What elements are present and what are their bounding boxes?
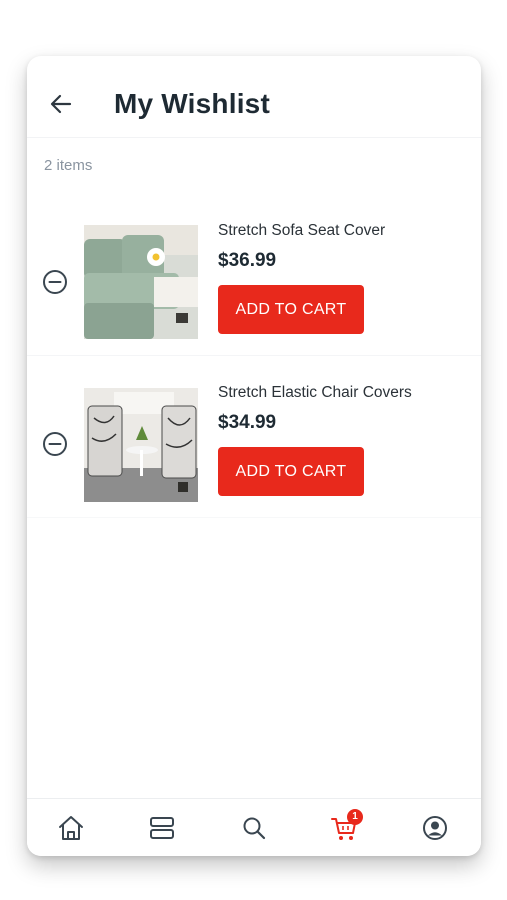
product-name[interactable]: Stretch Elastic Chair Covers: [218, 384, 412, 402]
product-image-chairs[interactable]: [84, 388, 198, 502]
home-icon[interactable]: [56, 813, 86, 843]
product-image-sofa[interactable]: [84, 225, 198, 339]
add-to-cart-button[interactable]: ADD TO CART: [218, 447, 364, 496]
cart-nav-item[interactable]: 1: [329, 809, 363, 843]
account-icon[interactable]: [420, 813, 450, 843]
remove-circle-icon[interactable]: [42, 431, 68, 457]
item-count: 2 items: [44, 157, 93, 174]
product-price: $34.99: [218, 412, 277, 433]
cart-badge: 1: [347, 809, 363, 825]
wishlist-item: Stretch Sofa Seat Cover $36.99 ADD TO CA…: [27, 206, 481, 356]
back-arrow-icon[interactable]: [47, 90, 75, 118]
wishlist-item: Stretch Elastic Chair Covers $34.99 ADD …: [27, 368, 481, 518]
product-price: $36.99: [218, 250, 277, 271]
app-screen: My Wishlist 2 items Stretch Sofa Seat Co…: [27, 56, 481, 856]
page-title: My Wishlist: [114, 88, 270, 119]
app-header: My Wishlist: [27, 56, 481, 138]
categories-icon[interactable]: [147, 813, 177, 843]
remove-circle-icon[interactable]: [42, 269, 68, 295]
search-icon[interactable]: [239, 813, 269, 843]
product-name[interactable]: Stretch Sofa Seat Cover: [218, 222, 385, 240]
bottom-nav: 1: [27, 798, 481, 856]
add-to-cart-button[interactable]: ADD TO CART: [218, 285, 364, 334]
